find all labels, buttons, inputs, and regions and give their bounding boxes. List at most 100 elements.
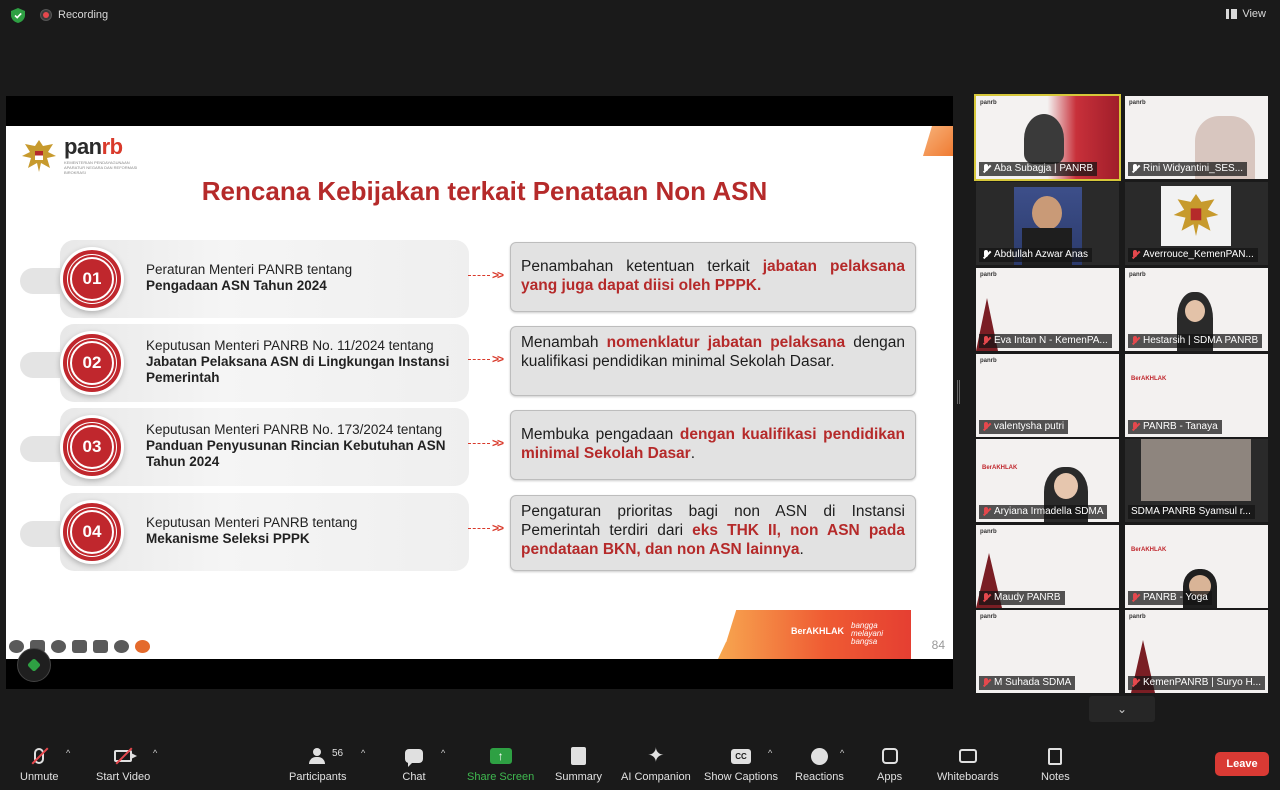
logo-subtitle: KEMENTERIAN PENDAYAGUNAAN APARATUR NEGAR… — [64, 160, 138, 175]
view-button[interactable]: View — [1226, 8, 1266, 20]
participants-options-chevron-icon[interactable]: ^ — [361, 748, 365, 758]
next-slide-icon[interactable] — [135, 640, 150, 653]
mic-on-icon — [1131, 164, 1140, 174]
mic-muted-icon — [1131, 422, 1140, 432]
garuda-emblem-icon — [22, 140, 56, 172]
mic-muted-icon — [982, 336, 991, 346]
video-tile[interactable]: SDMA PANRB Syamsul r... — [1125, 439, 1268, 522]
apps-button[interactable]: Apps — [877, 745, 902, 783]
participants-icon — [308, 748, 328, 764]
chat-options-chevron-icon[interactable]: ^ — [441, 748, 445, 758]
audio-options-chevron-icon[interactable]: ^ — [66, 748, 70, 758]
whiteboards-button[interactable]: Whiteboards — [937, 745, 999, 783]
video-tile[interactable]: panrb Maudy PANRB — [976, 525, 1119, 608]
policy-row-2: 02 Keputusan Menteri PANRB No. 11/2024 t… — [20, 322, 920, 402]
notes-button[interactable]: Notes — [1041, 745, 1070, 783]
policy-row-4: 04 Keputusan Menteri PANRB tentang Mekan… — [20, 491, 920, 571]
video-tile[interactable]: panrb KemenPANRB | Suryo H... — [1125, 610, 1268, 693]
previous-slide-icon[interactable] — [9, 640, 24, 653]
arrow-icon: >> — [468, 521, 508, 537]
number-badge: 01 — [60, 247, 124, 311]
share-screen-button[interactable]: ↑ Share Screen — [467, 745, 534, 783]
arrow-icon: >> — [468, 352, 508, 368]
video-tile[interactable]: BerAKHLAK Aryiana Irmadella SDMA — [976, 439, 1119, 522]
arrow-icon: >> — [468, 436, 508, 452]
leave-button[interactable]: Leave — [1215, 752, 1269, 776]
video-tile[interactable]: Abdullah Azwar Anas — [976, 182, 1119, 265]
policy-row-3: 03 Keputusan Menteri PANRB No. 173/2024 … — [20, 406, 920, 486]
reactions-options-chevron-icon[interactable]: ^ — [840, 748, 844, 758]
bangga-melayani-logo: bangga melayani bangsa — [851, 621, 884, 646]
video-tile[interactable]: panrb Hestarsih | SDMA PANRB — [1125, 268, 1268, 351]
mic-muted-icon — [1131, 336, 1140, 346]
captions-options-chevron-icon[interactable]: ^ — [768, 748, 772, 758]
pencil-icon — [27, 658, 41, 672]
number-badge: 02 — [60, 331, 124, 395]
mic-muted-icon — [982, 507, 991, 517]
berakhlak-logo: BerAKHLAK — [791, 626, 845, 636]
regulation-text: Keputusan Menteri PANRB No. 11/2024 tent… — [146, 338, 450, 385]
reaction-emoji-icon — [810, 747, 828, 765]
view-grid-icon — [1226, 9, 1238, 19]
participants-count: 56 — [332, 748, 344, 759]
slide-title: Rencana Kebijakan terkait Penataan Non A… — [201, 176, 768, 206]
presentation-slide: panrb KEMENTERIAN PENDAYAGUNAAN APARATUR… — [6, 126, 953, 659]
policy-row-1: 01 Peraturan Menteri PANRB tentang Penga… — [20, 238, 920, 318]
subtitles-icon[interactable] — [72, 640, 87, 653]
more-options-icon[interactable] — [114, 640, 129, 653]
camera-icon[interactable] — [93, 640, 108, 653]
mic-muted-icon — [982, 678, 991, 688]
start-video-button[interactable]: Start Video — [96, 745, 150, 783]
mic-on-icon — [982, 250, 991, 260]
gallery-scroll-down-button[interactable]: ⌄ — [1089, 696, 1155, 722]
video-tile[interactable]: BerAKHLAK PANRB - Yoga — [1125, 525, 1268, 608]
policy-description: Membuka pengadaan dengan kualifikasi pen… — [510, 410, 916, 480]
video-tile[interactable]: BerAKHLAK PANRB - Tanaya — [1125, 354, 1268, 437]
mic-on-icon — [982, 164, 991, 174]
policy-description: Penambahan ketentuan terkait jabatan pel… — [510, 242, 916, 312]
video-tile[interactable]: panrb valentysha putri — [976, 354, 1119, 437]
video-tile[interactable]: panrb M Suhada SDMA — [976, 610, 1119, 693]
regulation-text: Peraturan Menteri PANRB tentang Pengadaa… — [146, 262, 353, 293]
shared-screen[interactable]: panrb KEMENTERIAN PENDAYAGUNAAN APARATUR… — [6, 96, 953, 689]
mic-muted-icon — [1131, 250, 1140, 260]
mic-muted-icon — [982, 422, 991, 432]
ai-companion-button[interactable]: ✦ AI Companion — [621, 745, 691, 783]
recording-icon — [40, 9, 52, 21]
policy-description: Menambah nomenklatur jabatan pelaksana d… — [510, 326, 916, 396]
security-shield-icon[interactable] — [11, 8, 25, 23]
annotate-button[interactable] — [17, 648, 51, 682]
notes-icon — [1048, 747, 1063, 765]
show-captions-button[interactable]: CC Show Captions — [704, 745, 778, 783]
recording-label: Recording — [58, 9, 109, 21]
view-label: View — [1242, 8, 1266, 20]
reactions-button[interactable]: Reactions — [795, 745, 844, 783]
video-tile[interactable]: panrb Eva Intan N - KemenPA... — [976, 268, 1119, 351]
panrb-logo: panrb KEMENTERIAN PENDAYAGUNAAN APARATUR… — [20, 136, 144, 176]
chevron-down-icon: ⌄ — [1116, 702, 1128, 716]
chat-button[interactable]: Chat — [402, 745, 426, 783]
zoom-icon[interactable] — [51, 640, 66, 653]
regulation-text: Keputusan Menteri PANRB tentang Mekanism… — [146, 515, 358, 546]
whiteboard-icon — [958, 749, 977, 763]
chat-icon — [405, 749, 423, 767]
video-tile[interactable]: Averrouce_KemenPAN... — [1125, 182, 1268, 265]
apps-icon — [881, 748, 898, 764]
share-screen-icon: ↑ — [489, 748, 512, 764]
video-options-chevron-icon[interactable]: ^ — [153, 748, 157, 758]
policy-description: Pengaturan prioritas bagi non ASN di Ins… — [510, 495, 916, 571]
summary-button[interactable]: Summary — [555, 745, 602, 783]
mic-muted-icon — [982, 593, 991, 603]
regulation-text: Keputusan Menteri PANRB No. 173/2024 ten… — [146, 422, 446, 469]
video-tile[interactable]: panrb Rini Widyantini_SES... — [1125, 96, 1268, 179]
ai-sparkle-icon: ✦ — [647, 745, 665, 767]
captions-icon: CC — [731, 748, 751, 764]
meeting-toolbar: Unmute ^ Start Video ^ Participants 56 ^… — [0, 735, 1280, 790]
participant-gallery: panrb Aba Subagja | PANRB panrb Rini Wid… — [974, 94, 1268, 693]
unmute-button[interactable]: Unmute — [20, 745, 59, 783]
number-badge: 03 — [60, 415, 124, 479]
video-tile[interactable]: panrb Aba Subagja | PANRB — [974, 94, 1121, 181]
logo-wordmark: panrb — [64, 134, 123, 159]
panel-resize-handle[interactable] — [957, 380, 960, 404]
recording-indicator[interactable]: Recording — [40, 9, 108, 21]
